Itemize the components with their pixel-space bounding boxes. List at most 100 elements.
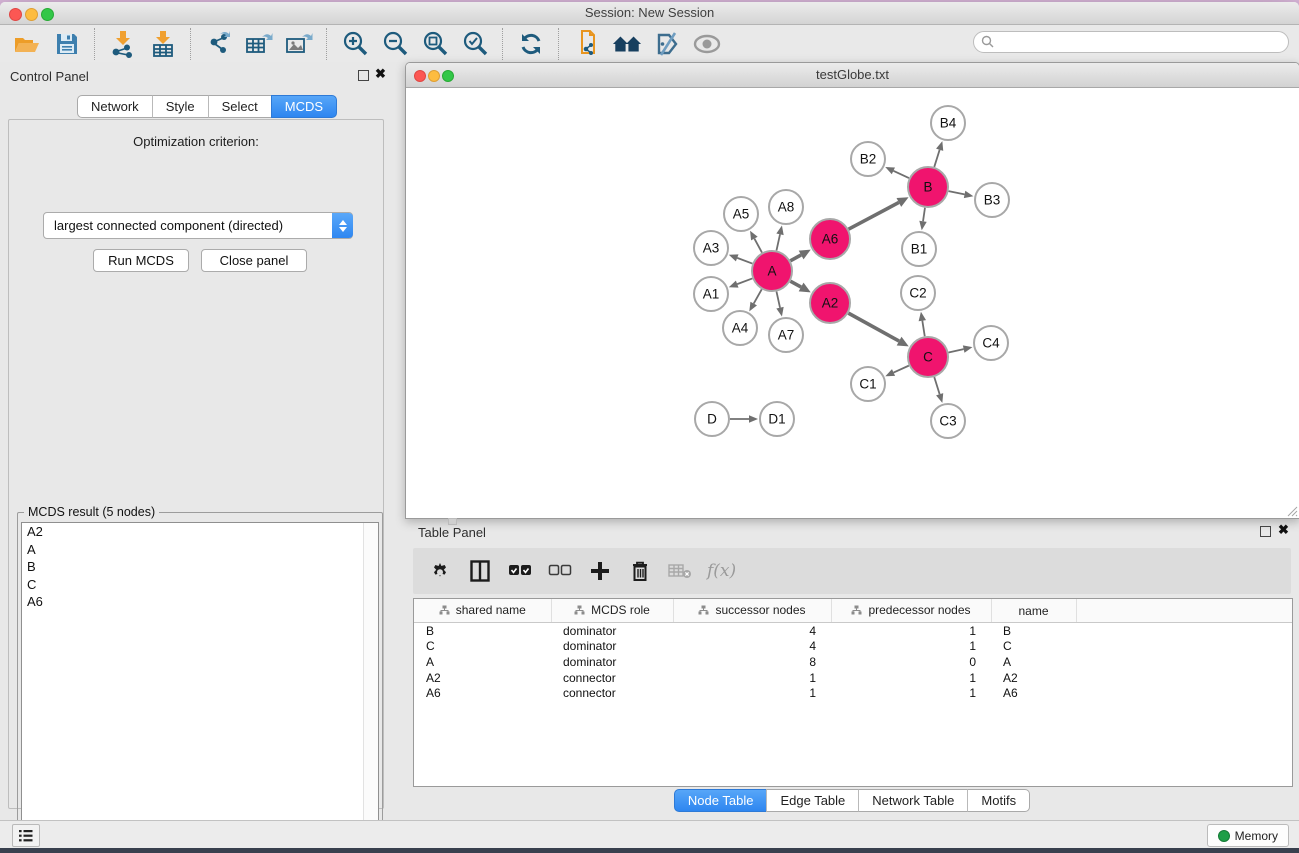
close-panel-icon[interactable]: ✖ <box>375 69 386 79</box>
table-cell[interactable]: A2 <box>414 670 551 686</box>
table-cell[interactable] <box>1076 654 1292 670</box>
table-cell[interactable]: A6 <box>991 685 1076 701</box>
graph-edge-B-B1[interactable] <box>923 208 925 222</box>
deselect-all-icon[interactable] <box>547 558 573 584</box>
home-icon[interactable] <box>612 29 642 59</box>
export-table-icon[interactable] <box>244 29 274 59</box>
refresh-icon[interactable] <box>516 29 546 59</box>
tab-select[interactable]: Select <box>208 95 272 118</box>
graph-edge-C-C4[interactable] <box>948 349 963 352</box>
mcds-result-item[interactable]: A6 <box>22 593 378 611</box>
table-cell[interactable]: 4 <box>673 639 831 655</box>
column-header-mcds-role[interactable]: MCDS role <box>551 599 673 623</box>
tab-network[interactable]: Network <box>77 95 153 118</box>
mcds-result-item[interactable]: A <box>22 541 378 559</box>
table-cell[interactable]: 4 <box>673 623 831 639</box>
graph-edge-A2-C[interactable] <box>848 313 899 341</box>
column-header-shared-name[interactable]: shared name <box>414 599 551 623</box>
delete-icon[interactable] <box>627 558 653 584</box>
add-column-icon[interactable] <box>587 558 613 584</box>
criterion-dropdown[interactable]: largest connected component (directed) <box>43 212 353 239</box>
table-cell[interactable]: dominator <box>551 623 673 639</box>
graph-edge-A-A4[interactable] <box>754 289 762 303</box>
network-window-titlebar[interactable]: testGlobe.txt <box>406 63 1299 88</box>
graph-edge-A-A3[interactable] <box>737 258 752 264</box>
table-row[interactable]: A6connector11A6 <box>414 685 1292 701</box>
mcds-result-item[interactable]: A2 <box>22 523 378 541</box>
task-history-button[interactable] <box>12 824 40 847</box>
tab-edge-table[interactable]: Edge Table <box>766 789 859 812</box>
column-header-name[interactable]: name <box>991 599 1076 623</box>
table-cell[interactable]: 1 <box>831 639 991 655</box>
graph-edge-C-C2[interactable] <box>922 321 924 337</box>
network-canvas[interactable]: AA1A2A3A4A5A6A7A8BB1B2B3B4CC1C2C3C4DD1 <box>406 88 1299 517</box>
table-cell[interactable]: B <box>414 623 551 639</box>
table-cell[interactable] <box>1076 623 1292 639</box>
table-cell[interactable]: dominator <box>551 654 673 670</box>
graph-edge-A-A8[interactable] <box>776 234 780 250</box>
table-cell[interactable]: 0 <box>831 654 991 670</box>
float-table-panel-icon[interactable] <box>1260 526 1271 537</box>
tab-network-table[interactable]: Network Table <box>858 789 968 812</box>
node-table[interactable]: shared name MCDS role successor nodes pr… <box>413 598 1293 787</box>
graph-edge-A-A2[interactable] <box>790 281 801 287</box>
graph-edge-B-B4[interactable] <box>934 150 939 167</box>
gear-icon[interactable] <box>427 558 453 584</box>
table-row[interactable]: Cdominator41C <box>414 639 1292 655</box>
table-cell[interactable]: 1 <box>831 685 991 701</box>
zoom-selected-icon[interactable] <box>460 29 490 59</box>
hide-labels-icon[interactable] <box>652 29 682 59</box>
import-table-icon[interactable] <box>148 29 178 59</box>
network-from-selection-icon[interactable] <box>572 29 602 59</box>
table-cell[interactable]: 1 <box>831 670 991 686</box>
table-cell[interactable]: 1 <box>831 623 991 639</box>
table-cell[interactable]: A6 <box>414 685 551 701</box>
table-cell[interactable]: 8 <box>673 654 831 670</box>
open-session-icon[interactable] <box>12 29 42 59</box>
column-header-predecessor-nodes[interactable]: predecessor nodes <box>831 599 991 623</box>
graph-edge-A-A6[interactable] <box>790 255 801 261</box>
table-cell[interactable]: dominator <box>551 639 673 655</box>
table-cell[interactable]: A2 <box>991 670 1076 686</box>
scrollbar[interactable] <box>363 523 378 848</box>
close-panel-button[interactable]: Close panel <box>201 249 307 272</box>
eye-icon[interactable] <box>692 29 722 59</box>
mcds-result-item[interactable]: C <box>22 576 378 594</box>
table-cell[interactable]: A <box>991 654 1076 670</box>
table-row[interactable]: Bdominator41B <box>414 623 1292 639</box>
export-image-icon[interactable] <box>284 29 314 59</box>
table-cell[interactable]: 1 <box>673 685 831 701</box>
table-cell[interactable]: B <box>991 623 1076 639</box>
zoom-fit-icon[interactable] <box>420 29 450 59</box>
graph-edge-C-C1[interactable] <box>894 366 909 373</box>
graph-edge-A6-B[interactable] <box>849 202 899 229</box>
tab-mcds[interactable]: MCDS <box>271 95 337 118</box>
select-all-icon[interactable] <box>507 558 533 584</box>
tab-motifs[interactable]: Motifs <box>967 789 1030 812</box>
memory-button[interactable]: Memory <box>1207 824 1289 847</box>
graph-edge-B-B2[interactable] <box>893 171 909 178</box>
close-table-panel-icon[interactable]: ✖ <box>1278 525 1289 535</box>
network-graph[interactable]: AA1A2A3A4A5A6A7A8BB1B2B3B4CC1C2C3C4DD1 <box>406 88 1297 517</box>
delete-table-icon[interactable] <box>667 558 693 584</box>
table-row[interactable]: Adominator80A <box>414 654 1292 670</box>
graph-edge-A-A5[interactable] <box>754 239 762 253</box>
table-cell[interactable]: C <box>991 639 1076 655</box>
save-session-icon[interactable] <box>52 29 82 59</box>
tab-node-table[interactable]: Node Table <box>674 789 768 812</box>
run-mcds-button[interactable]: Run MCDS <box>93 249 189 272</box>
table-cell[interactable]: connector <box>551 670 673 686</box>
mcds-result-item[interactable]: B <box>22 558 378 576</box>
graph-edge-B-B3[interactable] <box>949 191 965 194</box>
zoom-out-icon[interactable] <box>380 29 410 59</box>
table-cell[interactable]: connector <box>551 685 673 701</box>
import-network-icon[interactable] <box>108 29 138 59</box>
search-input[interactable] <box>973 31 1289 53</box>
table-row[interactable]: A2connector11A2 <box>414 670 1292 686</box>
export-network-icon[interactable] <box>204 29 234 59</box>
graph-edge-C-C3[interactable] <box>934 377 939 394</box>
table-cell[interactable] <box>1076 670 1292 686</box>
zoom-in-icon[interactable] <box>340 29 370 59</box>
table-cell[interactable]: A <box>414 654 551 670</box>
table-cell[interactable] <box>1076 639 1292 655</box>
